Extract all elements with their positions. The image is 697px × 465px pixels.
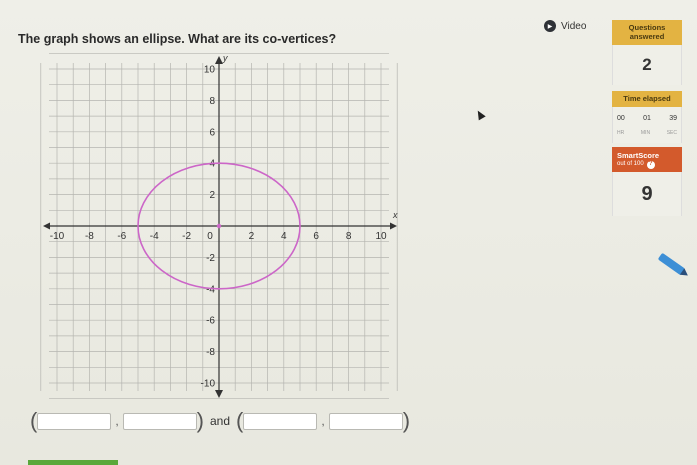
y-tick-label: -6 [206, 316, 215, 327]
x-axis-arrow-left [43, 222, 50, 230]
y-tick-label: 2 [209, 190, 215, 201]
x-tick-label: -4 [150, 231, 159, 242]
x-tick-label: -6 [117, 231, 126, 242]
x-tick-label: -8 [85, 231, 94, 242]
answer-row: ( , ) and ( , ) [30, 410, 410, 432]
submit-button[interactable] [28, 460, 118, 465]
x-tick-label: 2 [249, 231, 255, 242]
x-tick-label: 10 [375, 231, 387, 242]
and-text: and [210, 414, 231, 428]
y-axis-arrow-up [215, 56, 223, 64]
covertex1-y-input[interactable] [122, 412, 197, 430]
x-tick-label: 6 [313, 231, 319, 242]
comma: , [115, 414, 119, 428]
close-paren-2: ) [402, 408, 411, 433]
y-tick-label: 10 [204, 65, 216, 76]
covertex2-x-input[interactable] [243, 412, 318, 430]
x-tick-label: 4 [281, 231, 287, 242]
open-paren-2: ( [236, 408, 244, 433]
y-tick-label: -8 [206, 347, 215, 358]
covertex2-y-input[interactable] [328, 412, 403, 430]
x-tick-label: -10 [50, 231, 65, 242]
x-tick-label: 8 [346, 231, 352, 242]
y-tick-label: 6 [209, 127, 215, 138]
x-axis-label: x [392, 210, 398, 220]
close-paren: ) [196, 408, 204, 433]
y-tick-label: -10 [201, 379, 216, 390]
y-axis-arrow-down [215, 390, 223, 398]
x-axis-arrow-right [390, 222, 397, 230]
open-paren: ( [30, 408, 38, 433]
comma-2: , [321, 414, 325, 428]
y-tick-label: -2 [206, 253, 215, 264]
y-axis-label: y [222, 53, 228, 63]
y-tick-label: -4 [206, 284, 215, 295]
y-tick-label: 8 [209, 96, 215, 107]
page: The graph shows an ellipse. What are its… [0, 0, 697, 465]
ellipse-center-point [216, 223, 222, 229]
x-tick-label: 0 [207, 231, 213, 242]
covertex1-x-input[interactable] [37, 412, 112, 430]
coordinate-graph: xy -10 -8 -6 -4 -2 0 2 4 6 8 10108642-2-4-6-8-10 [40, 52, 398, 400]
x-tick-label: -2 [182, 231, 191, 242]
